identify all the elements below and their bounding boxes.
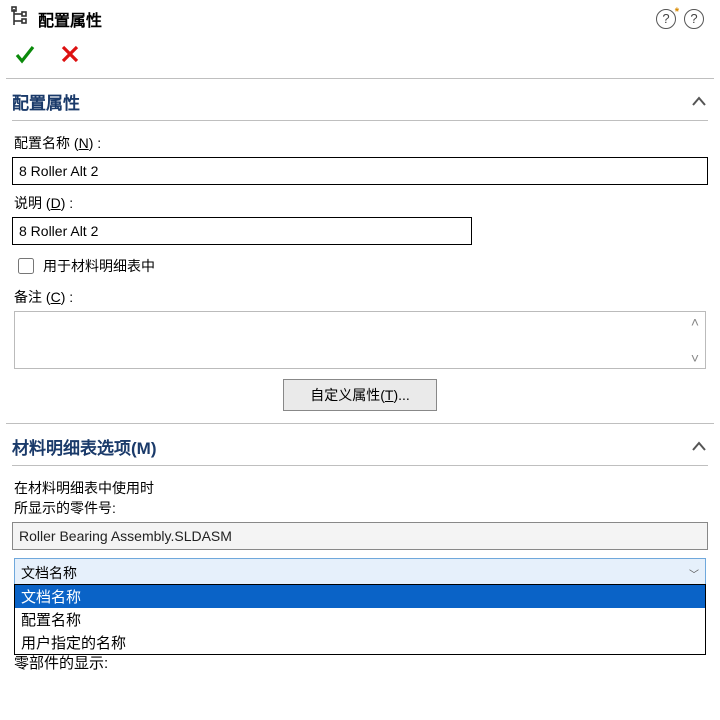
config-props-section: 配置属性 配置名称 (N) : 说明 (D) : 用于材料明细表中 备注 (C)… bbox=[0, 79, 720, 423]
part-name-source-dropdown[interactable]: 文档名称 ﹀ 文档名称 配置名称 用户指定的名称 bbox=[14, 558, 706, 588]
textarea-scrollbar[interactable]: ˄ ˅ bbox=[686, 314, 704, 366]
bom-options-header[interactable]: 材料明细表选项(M) bbox=[12, 434, 708, 466]
panel-header: 配置属性 ? * ? bbox=[0, 0, 720, 39]
part-number-display bbox=[12, 522, 708, 550]
bom-options-section: 材料明细表选项(M) 在材料明细表中使用时 所显示的零件号: 文档名称 ﹀ 文档… bbox=[0, 424, 720, 679]
bom-usage-line2: 所显示的零件号: bbox=[14, 498, 706, 518]
use-in-bom-label: 用于材料明细表中 bbox=[43, 256, 155, 276]
description-label: 说明 (D) : bbox=[14, 193, 706, 213]
custom-properties-button[interactable]: 自定义属性(T)... bbox=[283, 379, 437, 411]
dropdown-option-config-name[interactable]: 配置名称 bbox=[15, 608, 705, 631]
help-icon[interactable]: ? bbox=[684, 9, 704, 29]
chevron-down-icon: ﹀ bbox=[689, 566, 699, 581]
description-input[interactable] bbox=[12, 217, 472, 245]
help-star-icon[interactable]: ? * bbox=[656, 9, 676, 29]
config-name-input[interactable] bbox=[12, 157, 708, 185]
use-in-bom-row[interactable]: 用于材料明细表中 bbox=[14, 255, 706, 277]
config-props-header[interactable]: 配置属性 bbox=[12, 89, 708, 121]
chevron-up-icon[interactable] bbox=[690, 438, 708, 456]
component-display-label: 零部件的显示: bbox=[14, 652, 706, 673]
use-in-bom-checkbox[interactable] bbox=[18, 258, 34, 274]
notes-label: 备注 (C) : bbox=[14, 287, 706, 307]
action-row bbox=[0, 39, 720, 78]
notes-textarea[interactable]: ˄ ˅ bbox=[14, 311, 706, 369]
scroll-up-icon[interactable]: ˄ bbox=[691, 314, 699, 330]
star-icon: * bbox=[675, 6, 679, 18]
config-name-label: 配置名称 (N) : bbox=[14, 133, 706, 153]
cancel-button[interactable] bbox=[60, 44, 80, 67]
bom-options-title: 材料明细表选项(M) bbox=[12, 434, 156, 459]
chevron-up-icon[interactable] bbox=[690, 93, 708, 111]
dropdown-option-document-name[interactable]: 文档名称 bbox=[15, 585, 705, 608]
config-tree-icon bbox=[10, 6, 32, 31]
dropdown-selected-label: 文档名称 bbox=[21, 563, 77, 583]
scroll-down-icon[interactable]: ˅ bbox=[691, 350, 699, 366]
dropdown-option-user-specified[interactable]: 用户指定的名称 bbox=[15, 631, 705, 654]
ok-button[interactable] bbox=[14, 43, 36, 68]
dropdown-list: 文档名称 配置名称 用户指定的名称 bbox=[14, 584, 706, 655]
panel-title: 配置属性 bbox=[38, 7, 102, 31]
bom-usage-line1: 在材料明细表中使用时 bbox=[14, 478, 706, 498]
config-props-title: 配置属性 bbox=[12, 89, 80, 114]
